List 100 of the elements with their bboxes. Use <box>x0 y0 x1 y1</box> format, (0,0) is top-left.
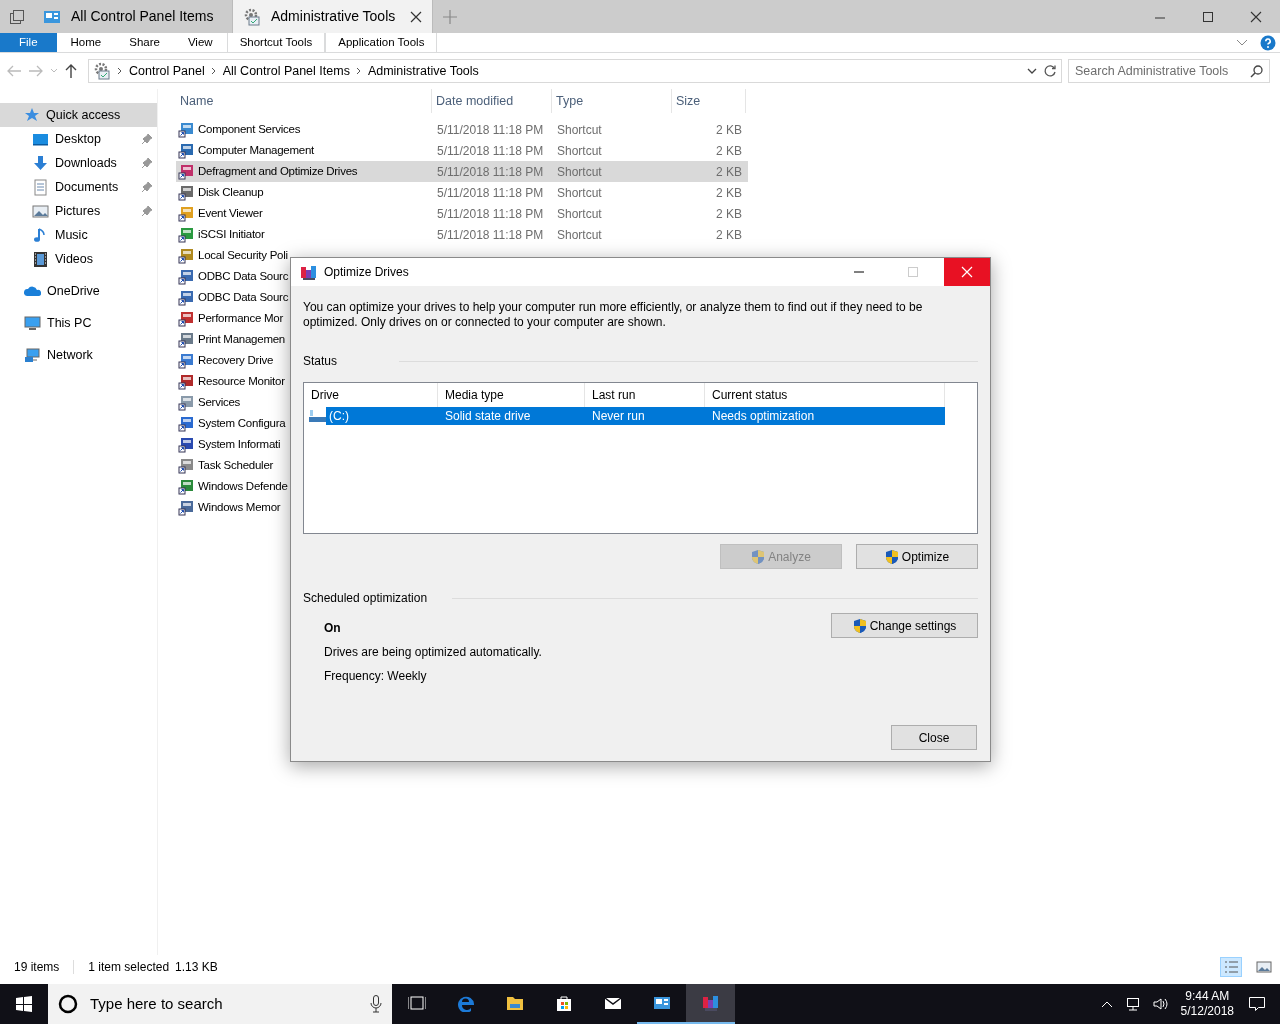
column-header[interactable]: Type <box>552 89 672 113</box>
file-name[interactable]: Windows Defende <box>198 477 288 496</box>
shortcut-icon <box>178 436 194 453</box>
file-name[interactable]: Windows Memor <box>198 498 281 517</box>
file-name[interactable]: Component Services <box>198 120 301 139</box>
file-name[interactable]: ODBC Data Sourc <box>198 267 289 286</box>
speaker-icon[interactable] <box>1152 997 1169 1011</box>
schedule-description: Drives are being optimized automatically. <box>324 644 542 661</box>
clock-date[interactable]: 5/12/2018 <box>1180 1004 1234 1019</box>
size-cell-text: 2 KB <box>715 163 743 181</box>
network-icon[interactable] <box>1124 997 1141 1011</box>
shortcut-icon <box>178 478 194 495</box>
sidebar-item[interactable]: Music <box>0 223 157 247</box>
sidebar-item[interactable]: Downloads <box>0 151 157 175</box>
file-name[interactable]: Disk Cleanup <box>198 183 264 202</box>
ribbon-tab[interactable]: Shortcut Tools <box>226 33 326 52</box>
file-name[interactable]: System Informati <box>198 435 281 454</box>
window-tab[interactable]: Administrative Tools <box>233 0 433 33</box>
microphone-icon <box>370 995 382 1013</box>
file-name[interactable]: System Configura <box>198 414 286 433</box>
breadcrumb-link[interactable]: Administrative Tools <box>367 61 479 81</box>
chevron-down-icon[interactable] <box>1027 67 1037 75</box>
file-name[interactable]: Print Managemen <box>198 330 286 349</box>
sidebar-item[interactable]: OneDrive <box>0 279 157 303</box>
ribbon-tab[interactable]: File <box>0 33 57 52</box>
shortcut-icon <box>178 268 194 285</box>
column-header[interactable]: Name <box>176 89 432 113</box>
search-box[interactable]: Search Administrative Tools <box>1068 59 1270 83</box>
volume-cell[interactable]: (C:) <box>326 407 438 425</box>
dialog-button[interactable]: Optimize <box>856 544 978 569</box>
taskbar-search-field[interactable]: Type here to search <box>88 991 360 1017</box>
ribbon-tab[interactable]: Application Tools <box>325 33 438 52</box>
file-name[interactable]: Local Security Poli <box>198 246 288 265</box>
file-name[interactable]: Performance Mor <box>198 309 284 328</box>
ribbon-tab[interactable]: Share <box>115 33 174 52</box>
chevron-right-icon <box>210 67 217 75</box>
close-icon[interactable] <box>1249 9 1263 24</box>
intro-text: You can optimize your drives to help your computer run more efficiently, or analyze them to find out if they need to be optimized. Only drives on or connected to your computer are shown. <box>303 300 924 330</box>
shortcut-icon <box>178 310 194 327</box>
sidebar-item[interactable]: This PC <box>0 311 157 335</box>
file-name[interactable]: Defragment and Optimize Drives <box>198 162 358 181</box>
file-name[interactable]: iSCSI Initiator <box>198 225 265 244</box>
file-name[interactable]: Event Viewer <box>198 204 263 223</box>
column-header[interactable]: Size <box>672 89 746 113</box>
sidebar-item[interactable]: Pictures <box>0 199 157 223</box>
shortcut-icon <box>178 163 194 180</box>
breadcrumb-link[interactable]: Control Panel <box>129 61 205 81</box>
breadcrumb-link[interactable]: All Control Panel Items <box>222 61 350 81</box>
sidebar-item[interactable]: Videos <box>0 247 157 271</box>
shortcut-icon <box>178 142 194 159</box>
defrag-app-icon <box>300 264 316 280</box>
drive-icon <box>309 409 326 423</box>
task-view-icon <box>407 994 426 1012</box>
up-arrow-icon[interactable] <box>64 63 78 79</box>
tabs-overview-icon[interactable] <box>8 8 25 25</box>
file-name[interactable]: Recovery Drive <box>198 351 274 370</box>
taskbar-search-box[interactable]: Type here to search <box>48 984 392 1024</box>
file-name[interactable]: Computer Management <box>198 141 315 160</box>
maximize-icon[interactable] <box>1201 9 1215 24</box>
windows-logo-icon[interactable] <box>16 996 32 1012</box>
file-name[interactable]: Services <box>198 393 241 412</box>
gear-icon <box>93 62 111 80</box>
sidebar-item[interactable]: Network <box>0 343 157 367</box>
file-name[interactable]: Resource Monitor <box>198 372 285 391</box>
file-name[interactable]: Task Scheduler <box>198 456 274 475</box>
close-icon[interactable] <box>410 10 422 23</box>
date-cell-text: 5/11/2018 11:18 PM <box>436 184 545 202</box>
download-arrow-icon <box>32 154 49 172</box>
date-cell-text: 5/11/2018 11:18 PM <box>436 142 545 160</box>
type-cell-text: Shortcut <box>556 205 603 223</box>
clock-time[interactable]: 9:44 AM <box>1180 989 1234 1004</box>
sidebar-item[interactable]: Quick access <box>0 103 157 127</box>
ribbon-tab[interactable]: Home <box>56 33 116 52</box>
schedule-state: On <box>324 620 342 637</box>
date-cell-text: 5/11/2018 11:18 PM <box>436 121 545 139</box>
help-icon[interactable] <box>1260 35 1276 51</box>
ribbon-tab[interactable]: View <box>173 33 227 52</box>
star-icon <box>24 107 40 123</box>
shortcut-icon <box>178 415 194 432</box>
shortcut-icon <box>178 289 194 306</box>
shortcut-icon <box>178 226 194 243</box>
large-icons-view-icon[interactable] <box>1256 960 1272 974</box>
shortcut-icon <box>178 394 194 411</box>
media-type-cell[interactable]: Solid state drive <box>438 407 585 425</box>
sidebar-item[interactable]: Desktop <box>0 127 157 151</box>
chevron-up-icon[interactable] <box>1100 1000 1113 1008</box>
edge-browser-icon <box>456 994 475 1012</box>
selection-info: 1 item selected <box>88 959 170 976</box>
picture-icon <box>32 202 49 220</box>
close-button[interactable]: Close <box>891 725 977 750</box>
date-cell-text: 5/11/2018 11:18 PM <box>436 226 545 244</box>
refresh-icon[interactable] <box>1043 64 1057 78</box>
column-header[interactable]: Date modified <box>432 89 552 113</box>
last-run-cell[interactable]: Never run <box>585 407 705 425</box>
selection-size: 1.13 KB <box>175 959 218 976</box>
notification-icon[interactable] <box>1248 995 1266 1013</box>
change-settings-button[interactable]: Change settings <box>831 613 978 638</box>
file-name[interactable]: ODBC Data Sourc <box>198 288 289 307</box>
sidebar-item[interactable]: Documents <box>0 175 157 199</box>
status-cell[interactable]: Needs optimization <box>705 407 945 425</box>
